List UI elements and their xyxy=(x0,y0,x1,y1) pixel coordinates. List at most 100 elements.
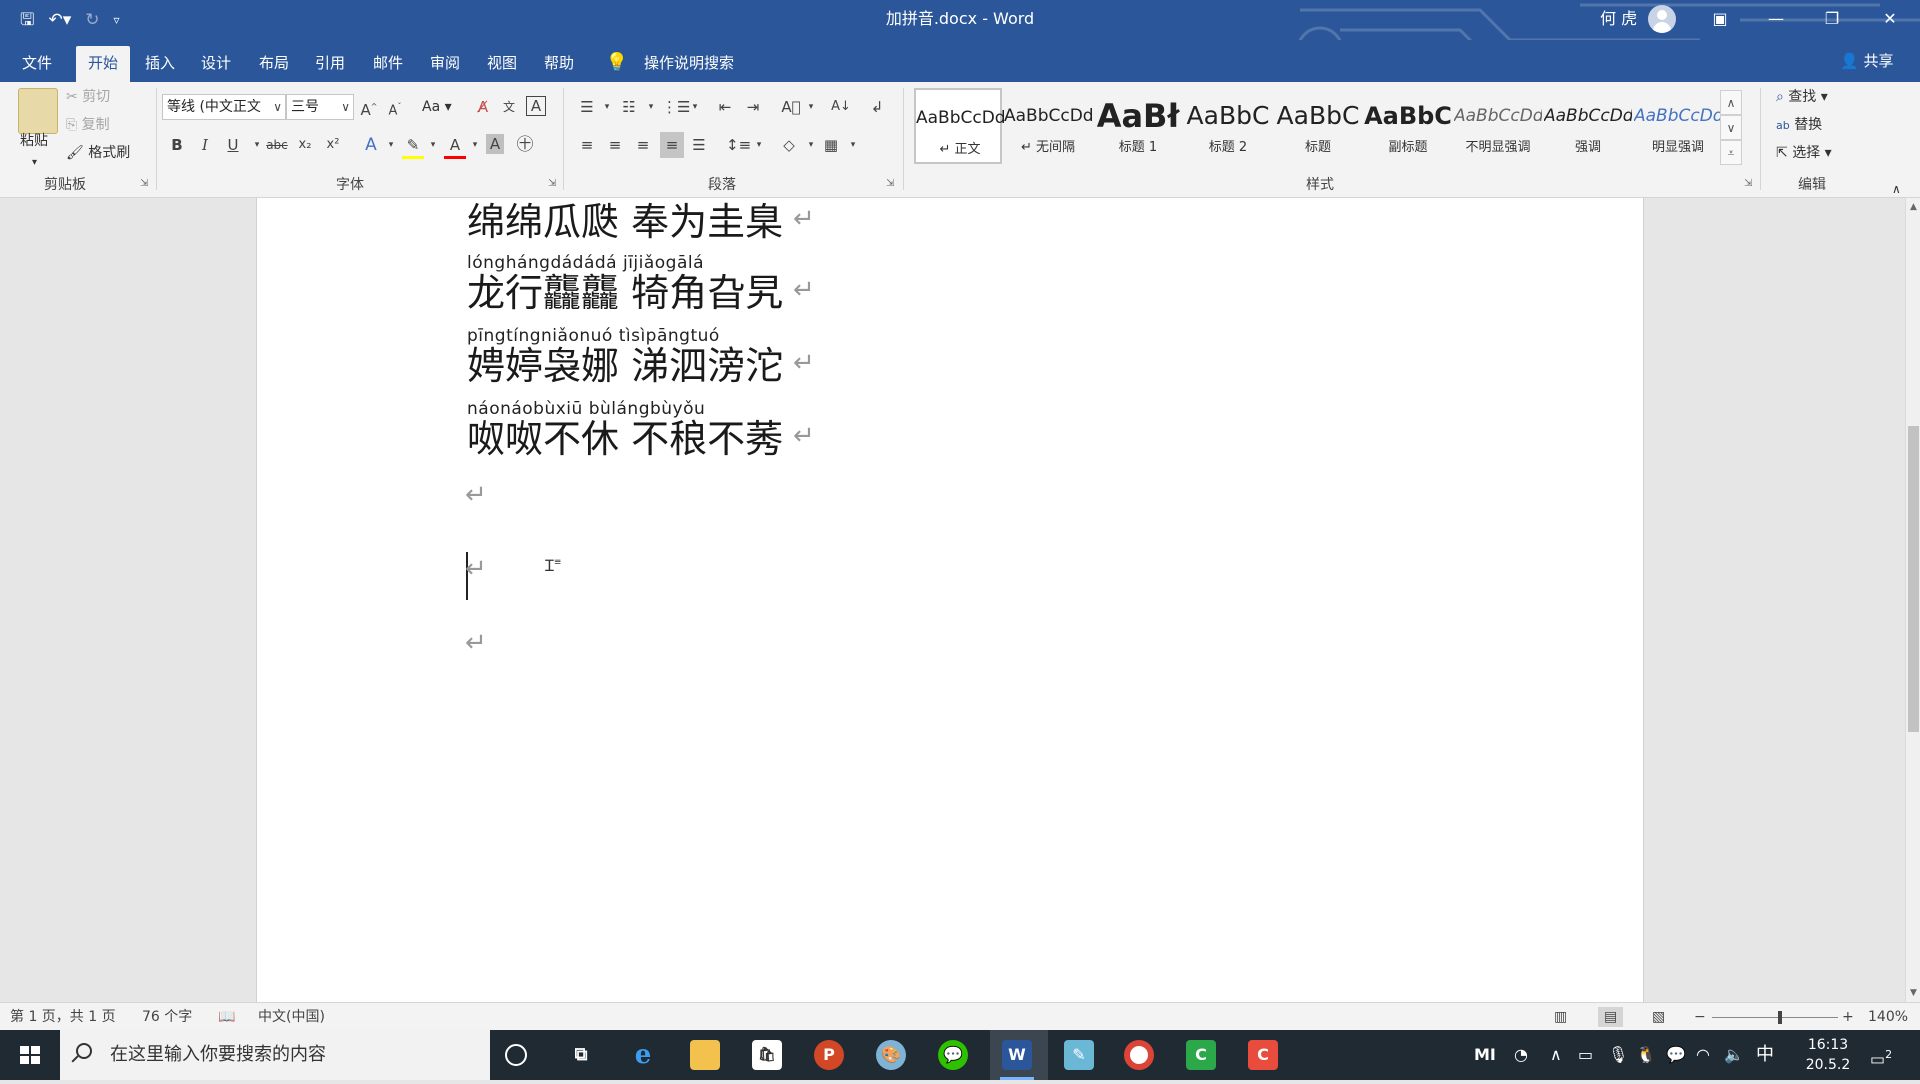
proofing-icon[interactable]: 📖 xyxy=(218,1007,235,1027)
style-emphasis[interactable]: AaBbCcDd 强调 xyxy=(1544,88,1632,164)
tab-review[interactable]: 审阅 xyxy=(418,46,472,82)
style-heading-1[interactable]: AaBł 标题 1 xyxy=(1094,88,1182,164)
notepad-icon[interactable]: ✎ xyxy=(1064,1040,1094,1070)
decrease-indent-icon[interactable]: ⇤ xyxy=(714,96,736,118)
read-mode-icon[interactable]: ▥ xyxy=(1554,1007,1567,1027)
bold-icon[interactable]: B xyxy=(166,134,188,156)
strikethrough-icon[interactable]: abc xyxy=(266,134,288,156)
style-title[interactable]: AaBbC 标题 xyxy=(1274,88,1362,164)
scroll-down-icon[interactable]: ▼ xyxy=(1906,986,1920,1000)
shading-icon[interactable]: ◇ xyxy=(778,134,800,156)
word-icon[interactable]: W xyxy=(1002,1040,1032,1070)
char-border-icon[interactable]: A xyxy=(526,96,546,116)
tab-design[interactable]: 设计 xyxy=(190,46,242,82)
web-layout-icon[interactable]: ▧ xyxy=(1652,1007,1665,1027)
highlight-icon[interactable]: ✎ xyxy=(402,134,424,159)
ribbon-display-options-icon[interactable]: ▣ xyxy=(1692,0,1748,40)
sort-icon[interactable]: A↓ xyxy=(830,96,852,118)
volume-icon[interactable]: 🔈 xyxy=(1724,1030,1744,1080)
edge-icon[interactable]: e xyxy=(628,1040,658,1070)
italic-icon[interactable]: I xyxy=(194,134,216,156)
store-icon[interactable]: 🛍 xyxy=(752,1040,782,1070)
paint-icon[interactable]: 🎨 xyxy=(876,1040,906,1070)
styles-launcher-icon[interactable]: ⇲ xyxy=(1744,178,1752,189)
show-marks-icon[interactable]: ↲ xyxy=(866,96,888,118)
chevron-up-icon[interactable]: ∧ xyxy=(1720,90,1742,115)
paste-button[interactable]: 粘贴 xyxy=(20,130,48,152)
share-button[interactable]: 👤 共享 xyxy=(1840,50,1893,72)
vertical-scrollbar[interactable]: ▲ ▼ xyxy=(1905,198,1920,1002)
style-intense-emphasis[interactable]: AaBbCcDd 明显强调 xyxy=(1634,88,1722,164)
text-effects-icon[interactable]: A xyxy=(360,134,382,156)
multilevel-dropdown-icon[interactable]: ▾ xyxy=(684,96,706,118)
align-right-icon[interactable]: ≡ xyxy=(632,134,654,156)
word-count[interactable]: 76 个字 xyxy=(142,1007,192,1027)
chrome-icon[interactable] xyxy=(1124,1040,1154,1070)
borders-dropdown-icon[interactable]: ▾ xyxy=(842,134,864,156)
tell-me-search[interactable]: 操作说明搜索 xyxy=(634,46,744,82)
clipboard-launcher-icon[interactable]: ⇲ xyxy=(140,178,148,189)
more-styles-icon[interactable]: ⩡ xyxy=(1720,140,1742,165)
task-view-icon[interactable]: ⧉ xyxy=(566,1040,596,1070)
cut-button[interactable]: ✂ 剪切 xyxy=(66,86,110,108)
replace-button[interactable]: ab 替换 xyxy=(1776,114,1822,137)
copy-button[interactable]: ⎘ 复制 xyxy=(66,114,110,136)
font-name-combo[interactable]: 等线 (中文正文 ∨ xyxy=(162,94,286,120)
tab-view[interactable]: 视图 xyxy=(476,46,528,82)
zoom-level[interactable]: 140% xyxy=(1868,1007,1908,1027)
chevron-down-icon[interactable]: ∨ xyxy=(1720,115,1742,140)
line-spacing-dropdown-icon[interactable]: ▾ xyxy=(748,134,770,156)
bullets-icon[interactable]: ☰ xyxy=(576,96,598,118)
lightbulb-icon[interactable]: 💡 xyxy=(602,46,632,82)
camtasia-icon[interactable]: C xyxy=(1186,1040,1216,1070)
zoom-out-button[interactable]: − xyxy=(1694,1007,1706,1027)
file-explorer-icon[interactable] xyxy=(690,1040,720,1070)
font-color-icon[interactable]: A xyxy=(444,134,466,159)
chinese-layout-icon[interactable]: A⃪ xyxy=(780,96,802,118)
char-shading-icon[interactable]: A xyxy=(486,134,504,154)
wechat-icon[interactable]: 💬 xyxy=(938,1040,968,1070)
restore-icon[interactable]: ❐ xyxy=(1804,0,1860,40)
style-subtle-emphasis[interactable]: AaBbCcDd 不明显强调 xyxy=(1454,88,1542,164)
bullets-dropdown-icon[interactable]: ▾ xyxy=(596,96,618,118)
chinese-layout-dropdown-icon[interactable]: ▾ xyxy=(800,96,822,118)
text-effects-dropdown-icon[interactable]: ▾ xyxy=(380,134,402,156)
sync-icon[interactable]: ◔ xyxy=(1514,1030,1528,1080)
find-button[interactable]: ⌕ 查找 ▾ xyxy=(1776,86,1828,108)
mi-icon[interactable]: MI xyxy=(1474,1030,1496,1080)
increase-indent-icon[interactable]: ⇥ xyxy=(742,96,764,118)
tab-references[interactable]: 引用 xyxy=(304,46,356,82)
microphone-icon[interactable]: 🎙 xyxy=(1608,1030,1628,1080)
align-center-icon[interactable]: ≡ xyxy=(604,134,626,156)
underline-dropdown-icon[interactable]: ▾ xyxy=(246,134,268,156)
justify-icon[interactable]: ≡ xyxy=(660,132,684,158)
collapse-ribbon-icon[interactable]: ∧ xyxy=(1892,178,1901,200)
wechat-tray-icon[interactable]: 💬 xyxy=(1666,1030,1686,1080)
clock[interactable]: 16:13 20.5.2 xyxy=(1792,1035,1864,1075)
format-painter-button[interactable]: 🖌 格式刷 xyxy=(66,142,130,164)
tab-mailings[interactable]: 邮件 xyxy=(362,46,414,82)
enclose-char-icon[interactable]: ㊉ xyxy=(514,134,536,156)
font-size-combo[interactable]: 三号 ∨ xyxy=(286,94,354,120)
grow-font-icon[interactable]: A^ xyxy=(358,96,380,121)
wifi-icon[interactable]: ◠ xyxy=(1696,1030,1710,1080)
style-subtitle[interactable]: AaBbC 副标题 xyxy=(1364,88,1452,164)
select-button[interactable]: ⇱ 选择 ▾ xyxy=(1776,142,1832,164)
underline-icon[interactable]: U xyxy=(222,134,244,156)
clear-format-icon[interactable]: A̸ xyxy=(472,96,494,118)
style-no-spacing[interactable]: AaBbCcDd ↵ 无间隔 xyxy=(1004,88,1092,164)
align-left-icon[interactable]: ≡ xyxy=(576,134,598,156)
numbering-icon[interactable]: ☷ xyxy=(618,96,640,118)
cortana-icon[interactable] xyxy=(505,1044,527,1066)
scroll-up-icon[interactable]: ▲ xyxy=(1906,200,1920,214)
line-spacing-icon[interactable]: ↕≡ xyxy=(726,134,751,156)
change-case-button[interactable]: Aa ▾ xyxy=(422,96,452,118)
numbering-dropdown-icon[interactable]: ▾ xyxy=(640,96,662,118)
font-launcher-icon[interactable]: ⇲ xyxy=(548,178,556,189)
superscript-icon[interactable]: x² xyxy=(322,134,344,156)
minimize-icon[interactable]: — xyxy=(1748,0,1804,40)
language[interactable]: 中文(中国) xyxy=(258,1007,325,1027)
notification-center[interactable]: ▭2 xyxy=(1870,1030,1892,1080)
paste-dropdown-icon[interactable]: ▾ xyxy=(32,152,37,174)
taskbar-search[interactable]: 在这里输入你要搜索的内容 xyxy=(60,1030,490,1080)
